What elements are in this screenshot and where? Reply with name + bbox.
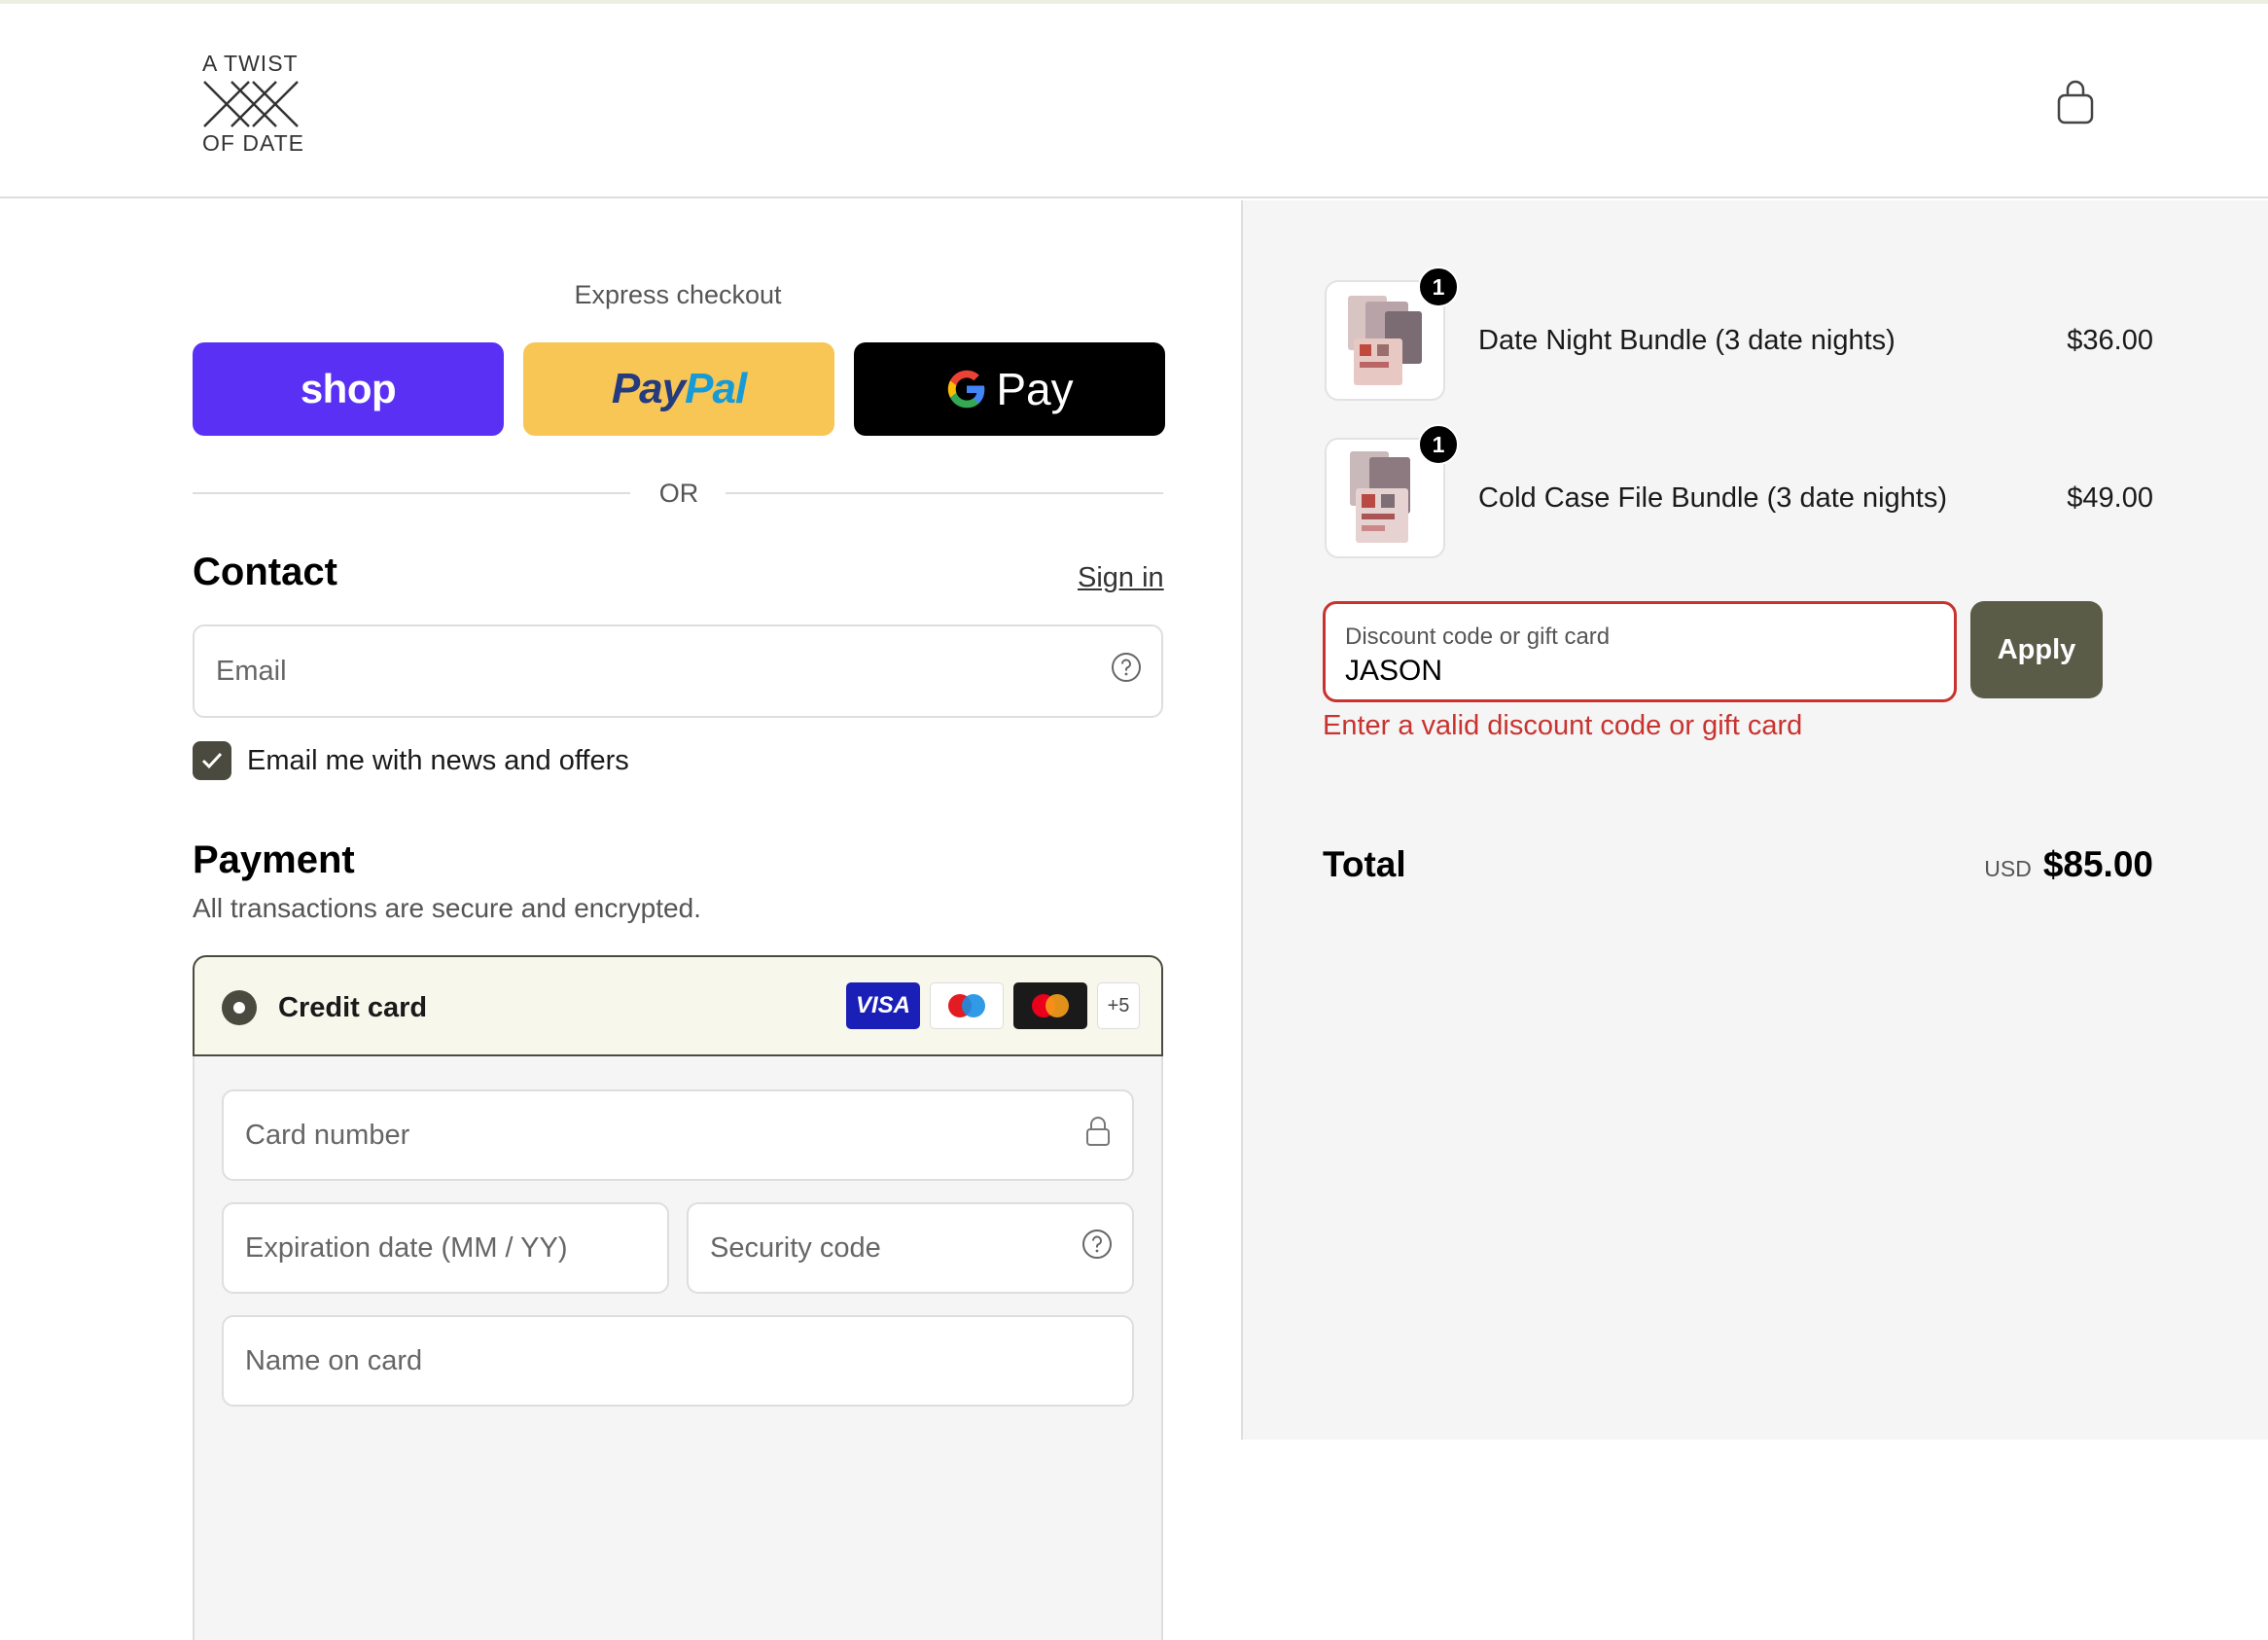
item-price: $36.00	[2067, 325, 2153, 356]
credit-card-option[interactable]: Credit card VISA +5	[193, 955, 1163, 1056]
discount-error-message: Enter a valid discount code or gift card	[1323, 710, 1803, 741]
product-thumbnail: 1	[1325, 424, 1459, 558]
credit-card-radio[interactable]	[222, 990, 257, 1025]
sign-in-link[interactable]: Sign in	[1078, 562, 1164, 594]
name-on-card-field[interactable]: Name on card	[222, 1315, 1134, 1407]
logo-line2: OF DATE	[202, 130, 304, 156]
name-placeholder: Name on card	[245, 1344, 423, 1376]
email-field[interactable]: Email	[193, 624, 1163, 718]
newsletter-label: Email me with news and offers	[247, 745, 629, 776]
card-details-panel: Card number Expiration date (MM / YY) Se…	[193, 1056, 1163, 1640]
total-amount: USD $85.00	[1984, 844, 2153, 885]
apply-discount-button[interactable]: Apply	[1970, 601, 2103, 698]
shop-pay-button[interactable]: shop	[193, 342, 504, 436]
newsletter-checkbox[interactable]	[193, 741, 231, 780]
expiry-date-field[interactable]: Expiration date (MM / YY)	[222, 1202, 669, 1294]
express-checkout-title: Express checkout	[574, 280, 782, 309]
expiry-placeholder: Expiration date (MM / YY)	[245, 1231, 568, 1264]
paypal-label: PayPal	[611, 365, 747, 412]
checkmark-icon	[201, 752, 223, 769]
order-summary-column: 1 Date Night Bundle (3 date nights) $36.…	[1241, 200, 2268, 1440]
security-placeholder: Security code	[710, 1231, 881, 1264]
or-label: OR	[658, 479, 699, 508]
payment-title: Payment	[193, 838, 355, 881]
mastercard-logo	[1013, 982, 1087, 1029]
total-label: Total	[1323, 844, 1406, 884]
logo-line1: A TWIST	[202, 51, 299, 76]
help-circle-icon[interactable]	[1081, 1229, 1113, 1267]
quantity-badge: 1	[1418, 267, 1459, 307]
total-currency: USD	[1984, 856, 2032, 881]
logo-x-mark-icon	[203, 81, 299, 127]
or-divider-right	[726, 492, 1163, 494]
shopping-bag-icon[interactable]	[2056, 80, 2095, 125]
visa-logo: VISA	[846, 982, 920, 1029]
quantity-badge: 1	[1418, 424, 1459, 465]
google-g-icon	[948, 370, 985, 409]
more-card-brands: +5	[1097, 982, 1140, 1029]
email-placeholder: Email	[216, 655, 287, 687]
card-number-placeholder: Card number	[245, 1119, 410, 1151]
total-value: $85.00	[2042, 844, 2153, 884]
payment-subtitle: All transactions are secure and encrypte…	[193, 893, 701, 923]
product-thumbnail: 1	[1325, 267, 1459, 401]
item-name: Cold Case File Bundle (3 date nights)	[1478, 482, 1947, 514]
item-name: Date Night Bundle (3 date nights)	[1478, 325, 1896, 356]
lock-icon	[1083, 1115, 1113, 1156]
google-pay-label: Pay	[996, 364, 1074, 414]
help-circle-icon[interactable]	[1111, 652, 1142, 691]
item-price: $49.00	[2067, 482, 2153, 514]
card-number-field[interactable]: Card number	[222, 1089, 1134, 1181]
discount-label: Discount code or gift card	[1345, 624, 1611, 650]
shop-pay-label: shop	[300, 366, 397, 411]
paypal-button[interactable]: PayPal	[523, 342, 834, 436]
or-divider-left	[193, 492, 630, 494]
page-header: A TWIST OF DATE	[0, 4, 2268, 198]
brand-logo[interactable]: A TWIST OF DATE	[202, 47, 309, 163]
maestro-logo	[930, 982, 1004, 1029]
discount-value: JASON	[1345, 655, 1443, 687]
discount-code-input[interactable]: Discount code or gift card JASON	[1323, 601, 1957, 702]
credit-card-label: Credit card	[278, 992, 428, 1023]
google-pay-button[interactable]: Pay	[854, 342, 1165, 436]
checkout-form-column: Express checkout shop PayPal Pay OR Cont…	[0, 200, 1241, 1640]
security-code-field[interactable]: Security code	[687, 1202, 1134, 1294]
contact-title: Contact	[193, 551, 337, 593]
